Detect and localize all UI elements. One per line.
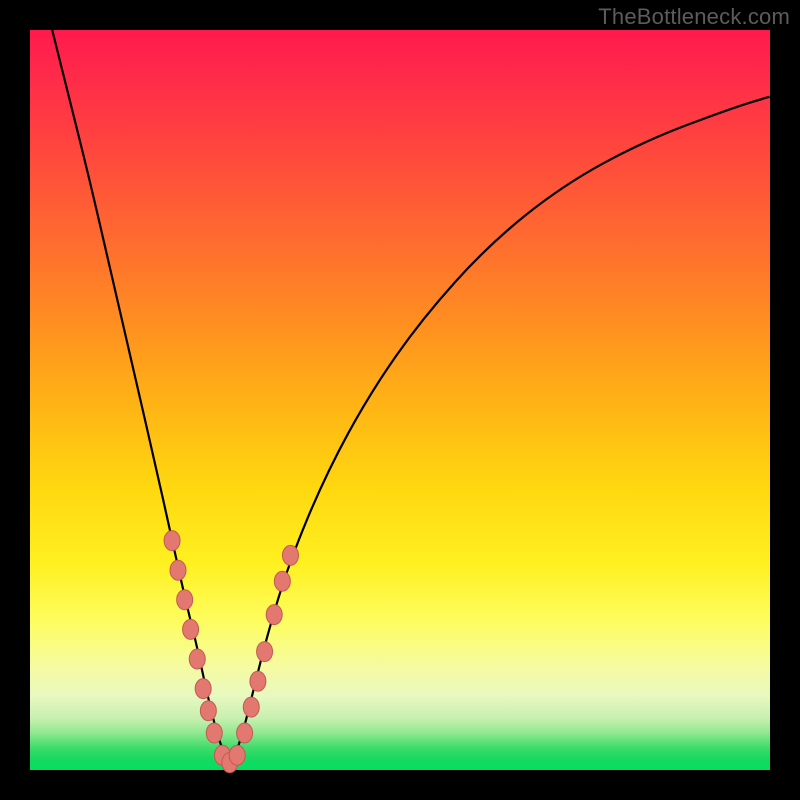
bead [243,697,259,717]
bead [237,723,253,743]
beads-group [164,531,298,773]
bead [170,560,186,580]
bead [250,671,266,691]
bead [257,642,273,662]
bottleneck-curve [52,30,770,760]
bead [183,619,199,639]
plot-area [30,30,770,770]
bead [200,701,216,721]
bead [266,605,282,625]
bead [229,745,245,765]
bead [206,723,222,743]
bead [164,531,180,551]
bead [177,590,193,610]
curve-layer [30,30,770,770]
bead [195,679,211,699]
bead [282,545,298,565]
bead [274,571,290,591]
chart-canvas: TheBottleneck.com [0,0,800,800]
bead [189,649,205,669]
watermark-text: TheBottleneck.com [598,4,790,30]
